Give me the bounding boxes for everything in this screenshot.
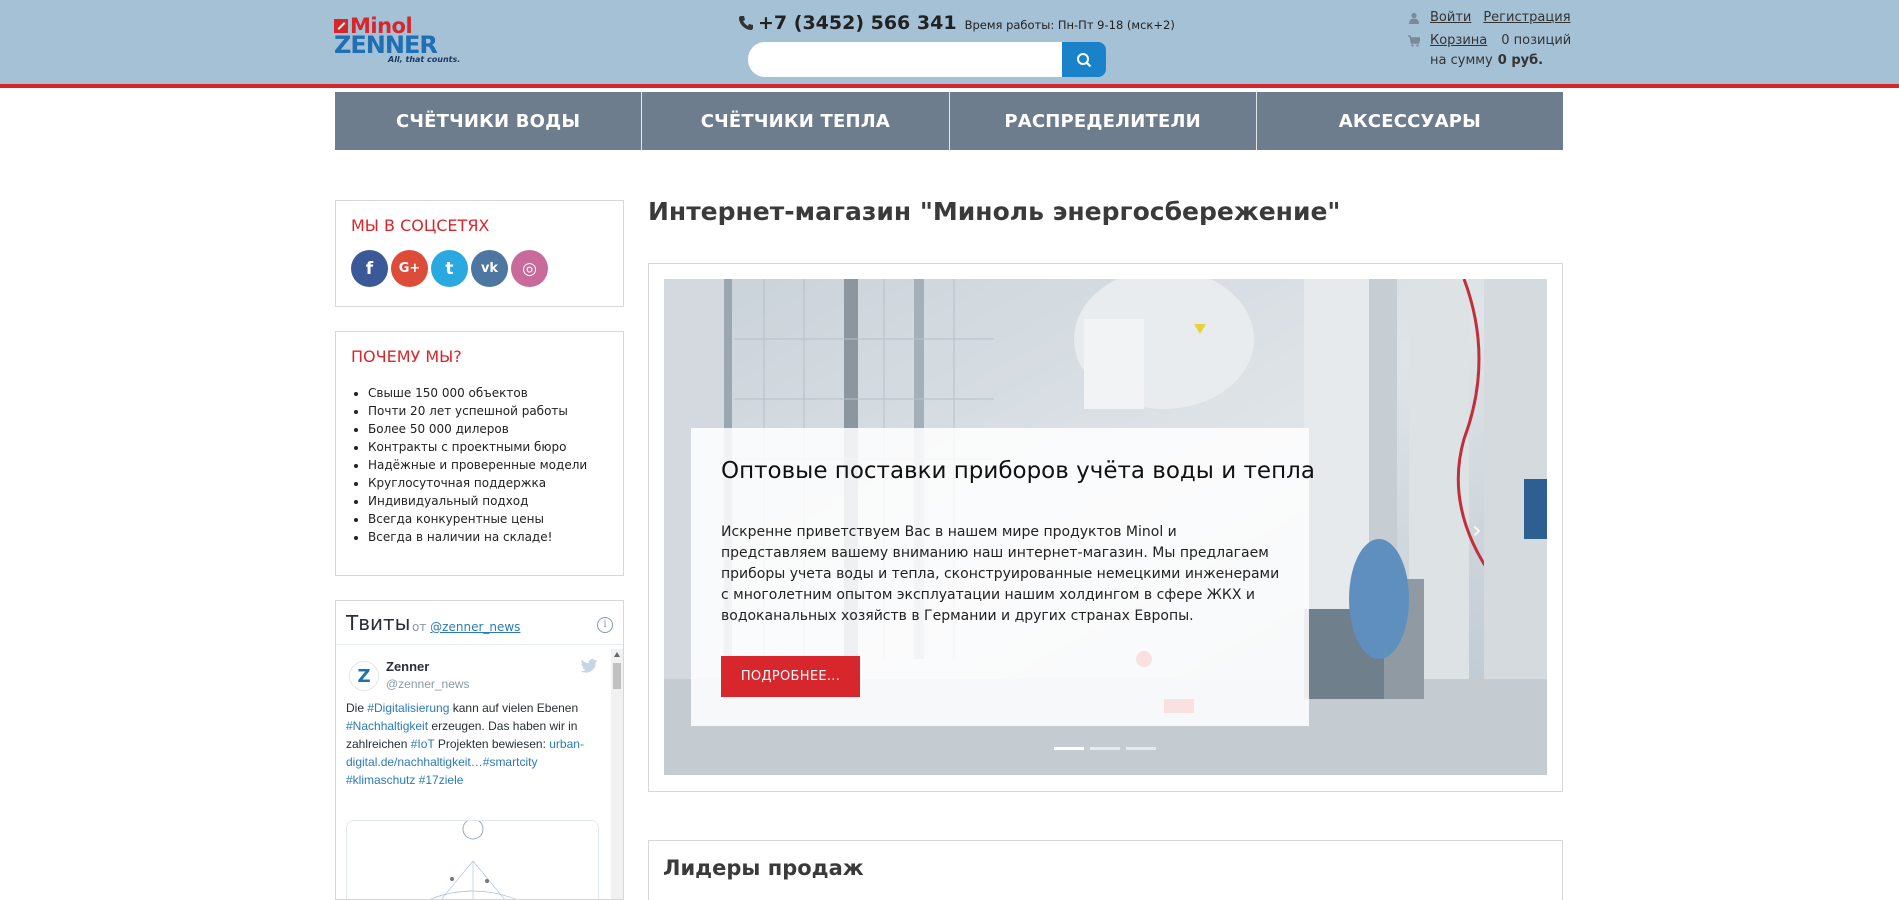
google-plus-icon[interactable]: G+ (391, 250, 428, 287)
more-button[interactable]: ПОДРОБНЕЕ... (721, 656, 860, 697)
why-item: Контракты с проектными бюро (368, 438, 587, 456)
slide[interactable]: Оптовые поставки приборов учёта воды и т… (664, 279, 1547, 775)
social-title: МЫ В СОЦСЕТЯХ (351, 216, 490, 235)
search-button[interactable] (1062, 42, 1106, 77)
nav-distributors[interactable]: РАСПРЕДЕЛИТЕЛИ (950, 92, 1257, 150)
tweet-hashtag-link[interactable]: #Digitalisierung (367, 701, 449, 715)
working-hours: Время работы: Пн-Пт 9-18 (мск+2) (964, 18, 1175, 32)
why-list: Свыше 150 000 объектовПочти 20 лет успеш… (368, 384, 587, 546)
search-input[interactable] (748, 42, 1074, 77)
why-item: Свыше 150 000 объектов (368, 384, 587, 402)
why-item: Более 50 000 дилеров (368, 420, 587, 438)
tweet-author-name[interactable]: Zenner (386, 659, 429, 674)
twitter-header: Твиты от @zenner_news i (336, 601, 623, 645)
why-item: Всегда в наличии на складе! (368, 528, 587, 546)
hero-slider: Оптовые поставки приборов учёта воды и т… (648, 263, 1563, 792)
slide-heading: Оптовые поставки приборов учёта воды и т… (721, 458, 1315, 484)
main-nav: СЧЁТЧИКИ ВОДЫ СЧЁТЧИКИ ТЕПЛА РАСПРЕДЕЛИТ… (335, 92, 1563, 150)
slide-text: Искренне приветствуем Вас в нашем мире п… (721, 524, 1280, 624)
twitter-bird-icon[interactable] (580, 659, 598, 673)
social-icons: f G+ t vk ◎ (351, 250, 551, 287)
nav-heat-meters[interactable]: СЧЁТЧИКИ ТЕПЛА (642, 92, 950, 150)
user-icon (1409, 12, 1419, 24)
why-item: Надёжные и проверенные модели (368, 456, 587, 474)
nav-water-meters[interactable]: СЧЁТЧИКИ ВОДЫ (335, 92, 643, 150)
tweet-scrollbar[interactable] (611, 649, 623, 899)
tweet-hashtag-link[interactable]: #17ziele (419, 773, 464, 787)
logo[interactable]: Minol ZENNER All, that counts. (334, 16, 460, 66)
why-item: Круглосуточная поддержка (368, 474, 587, 492)
twitter-widget: Твиты от @zenner_news i Z Zenner @zenner… (335, 600, 624, 900)
nav-accessories[interactable]: АКСЕССУАРЫ (1257, 92, 1563, 150)
slide-caption: Оптовые поставки приборов учёта воды и т… (691, 428, 1315, 726)
slider-dots (1054, 747, 1162, 750)
avatar[interactable]: Z (349, 661, 379, 691)
phone-icon (739, 16, 753, 30)
cart-link[interactable]: Корзина (1430, 33, 1487, 48)
social-panel: МЫ В СОЦСЕТЯХ f G+ t vk ◎ (335, 200, 624, 307)
tweet-timeline[interactable]: Z Zenner @zenner_news Die #Digitalisieru… (336, 645, 623, 899)
tweet-hashtag-link[interactable]: #smartcity (483, 755, 538, 769)
scroll-up-icon[interactable] (614, 652, 620, 657)
facebook-icon[interactable]: f (351, 250, 388, 287)
scroll-thumb[interactable] (613, 663, 621, 689)
tweet-author-handle[interactable]: @zenner_news (386, 677, 470, 691)
why-title: ПОЧЕМУ МЫ? (351, 347, 462, 366)
bestsellers-section: Лидеры продаж (648, 840, 1563, 900)
cart-count: 0 позиций (1501, 33, 1572, 48)
info-icon[interactable]: i (597, 617, 613, 633)
slider-dot[interactable] (1126, 747, 1156, 750)
page-title: Интернет-магазин "Миноль энергосбережени… (648, 197, 1341, 226)
cart-sum: 0 руб. (1497, 53, 1544, 68)
why-item: Всегда конкурентные цены (368, 510, 587, 528)
instagram-icon[interactable]: ◎ (511, 250, 548, 287)
bestsellers-title: Лидеры продаж (663, 856, 864, 880)
tweet-text: Die #Digitalisierung kann auf vielen Ebe… (346, 699, 596, 789)
tweet-hashtag-link[interactable]: #Nachhaltigkeit (346, 719, 428, 733)
cart-icon (1408, 34, 1420, 47)
header-bar: Minol ZENNER All, that counts. +7 (3452)… (0, 0, 1899, 88)
tweet-text-fragment: kann auf vielen Ebenen (449, 701, 579, 715)
slider-dot[interactable] (1090, 747, 1120, 750)
phone-number[interactable]: +7 (3452) 566 341 (758, 12, 957, 34)
tweet-text-fragment: Projekten bewiesen: (434, 737, 550, 751)
tweets-title: Твиты (346, 611, 411, 635)
login-link[interactable]: Войти (1430, 10, 1471, 25)
cart-sum-label: на сумму (1430, 53, 1493, 68)
why-panel: ПОЧЕМУ МЫ? Свыше 150 000 объектовПочти 2… (335, 331, 624, 576)
phone-block: +7 (3452) 566 341 Время работы: Пн-Пт 9-… (738, 12, 1175, 34)
twitter-account-link[interactable]: @zenner_news (430, 620, 520, 634)
search-form (748, 42, 1106, 77)
next-arrow-icon[interactable]: › (1472, 516, 1482, 544)
tweet-hashtag-link[interactable]: #IoT (411, 737, 435, 751)
why-item: Почти 20 лет успешной работы (368, 402, 587, 420)
register-link[interactable]: Регистрация (1483, 10, 1570, 25)
tweet-media-card[interactable] (346, 820, 599, 899)
tweet-media-image (347, 821, 598, 899)
slider-dot[interactable] (1054, 747, 1084, 750)
why-item: Индивидуальный подход (368, 492, 587, 510)
tweet-hashtag-link[interactable]: #klimaschutz (346, 773, 415, 787)
twitter-icon[interactable]: t (431, 250, 468, 287)
search-icon (1077, 52, 1092, 67)
tweet-text-fragment: Die (346, 701, 368, 715)
vk-icon[interactable]: vk (471, 250, 508, 287)
